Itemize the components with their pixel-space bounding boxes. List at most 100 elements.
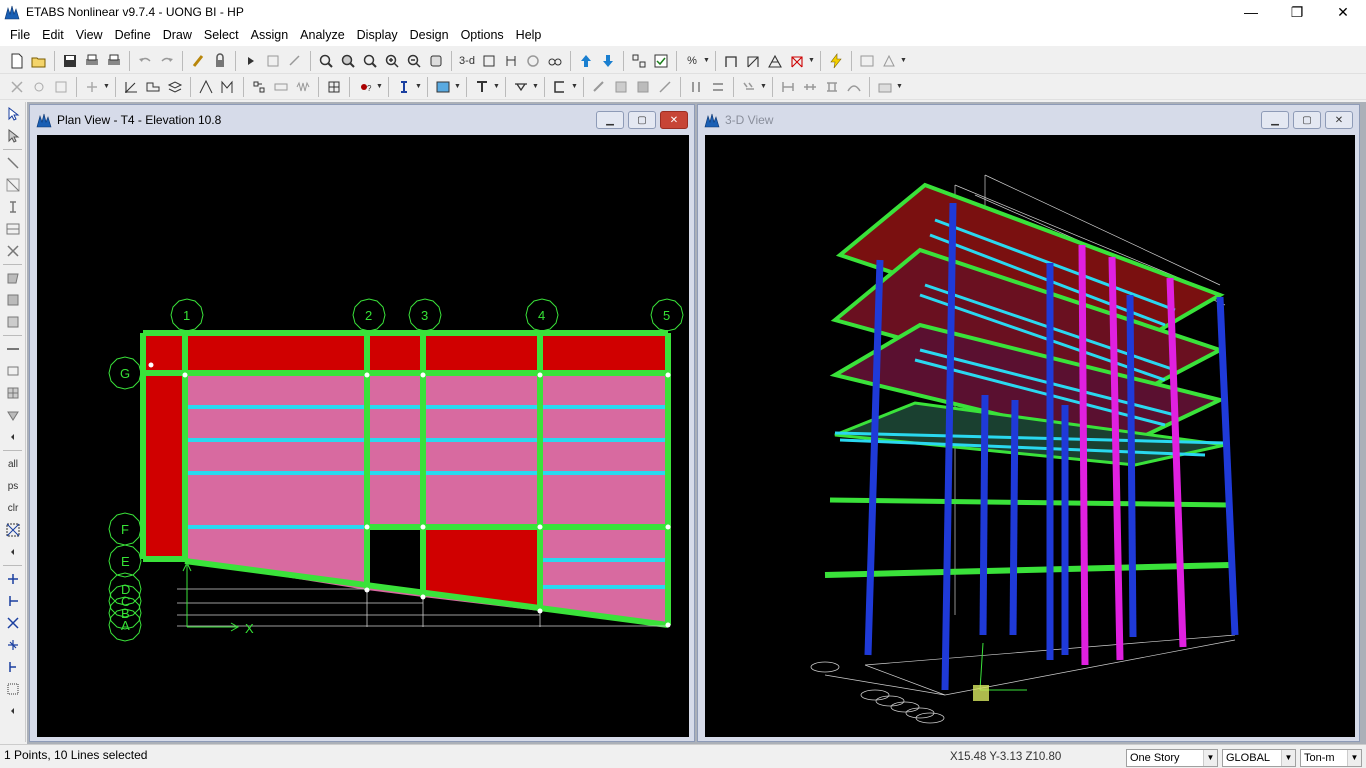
slab-top-strip[interactable] bbox=[143, 333, 668, 373]
lock-icon[interactable] bbox=[210, 51, 230, 71]
design-frame-icon[interactable] bbox=[857, 51, 877, 71]
delete-icon[interactable] bbox=[7, 77, 27, 97]
draw-line-icon[interactable] bbox=[394, 77, 414, 97]
material-properties-icon[interactable] bbox=[196, 77, 216, 97]
assign-load-icon[interactable] bbox=[739, 77, 759, 97]
wall-slab-deck-icon[interactable] bbox=[249, 77, 269, 97]
menu-draw[interactable]: Draw bbox=[157, 28, 198, 42]
show-tables-icon[interactable] bbox=[875, 77, 895, 97]
snap-to-ends-icon[interactable] bbox=[2, 591, 24, 611]
menu-options[interactable]: Options bbox=[455, 28, 510, 42]
snap-to-points-icon[interactable] bbox=[2, 569, 24, 589]
reference-planes-icon[interactable] bbox=[165, 77, 185, 97]
design-shear-wall-icon[interactable] bbox=[879, 51, 899, 71]
draw-rect-area-icon[interactable] bbox=[2, 290, 24, 310]
menu-edit[interactable]: Edit bbox=[36, 28, 70, 42]
undo-icon[interactable] bbox=[135, 51, 155, 71]
draw-area-icon[interactable] bbox=[433, 77, 453, 97]
move-down-icon[interactable] bbox=[598, 51, 618, 71]
menu-assign[interactable]: Assign bbox=[245, 28, 295, 42]
diaphragms-icon[interactable] bbox=[324, 77, 344, 97]
snap-icon[interactable] bbox=[29, 77, 49, 97]
chevron-down-icon[interactable]: ▼ bbox=[103, 83, 111, 90]
show-forces-icon[interactable] bbox=[778, 77, 798, 97]
menu-design[interactable]: Design bbox=[404, 28, 455, 42]
chevron-down-icon[interactable]: ▼ bbox=[900, 57, 908, 64]
menu-help[interactable]: Help bbox=[510, 28, 548, 42]
link-properties-icon[interactable] bbox=[271, 77, 291, 97]
zoom-window-icon[interactable] bbox=[316, 51, 336, 71]
clear-selection-button[interactable]: clr bbox=[2, 498, 24, 518]
pointer-icon[interactable] bbox=[2, 104, 24, 124]
zoom-out-icon[interactable] bbox=[404, 51, 424, 71]
grid-lines-icon[interactable] bbox=[121, 77, 141, 97]
zoom-in-icon[interactable] bbox=[382, 51, 402, 71]
maximize-button[interactable]: ❐ bbox=[1274, 0, 1320, 24]
replicate-icon[interactable] bbox=[82, 77, 102, 97]
chevron-down-icon[interactable]: ▼ bbox=[808, 57, 816, 64]
draw-opening-icon[interactable] bbox=[550, 77, 570, 97]
chevron-down-icon[interactable]: ▼ bbox=[493, 83, 501, 90]
draw-wall-object-icon[interactable] bbox=[2, 339, 24, 359]
print-graphics-icon[interactable] bbox=[82, 51, 102, 71]
refresh-window-icon[interactable] bbox=[188, 51, 208, 71]
chevron-down-icon[interactable]: ▼ bbox=[454, 83, 462, 90]
units-button[interactable]: % bbox=[682, 51, 702, 71]
draw-wall-icon[interactable] bbox=[511, 77, 531, 97]
chevron-left-icon[interactable] bbox=[2, 701, 24, 721]
menu-define[interactable]: Define bbox=[109, 28, 157, 42]
chevron-down-icon[interactable]: ▼ bbox=[896, 83, 904, 90]
select-all-button[interactable]: all bbox=[2, 454, 24, 474]
moment-frame-icon[interactable] bbox=[787, 51, 807, 71]
previous-selection-button[interactable]: ps bbox=[2, 476, 24, 496]
draw-secondary-beam-icon[interactable] bbox=[2, 175, 24, 195]
elevation-view-icon[interactable] bbox=[501, 51, 521, 71]
reshape-icon[interactable] bbox=[2, 126, 24, 146]
units-dropdown[interactable]: Ton-m ▼ bbox=[1300, 749, 1362, 767]
story-data-icon[interactable] bbox=[143, 77, 163, 97]
chevron-down-icon[interactable]: ▼ bbox=[376, 83, 384, 90]
rotate-3d-view-icon[interactable] bbox=[523, 51, 543, 71]
show-reactions-icon[interactable] bbox=[822, 77, 842, 97]
draw-line-object-icon[interactable] bbox=[2, 153, 24, 173]
open-icon[interactable] bbox=[29, 51, 49, 71]
story-dropdown[interactable]: One Story ▼ bbox=[1126, 749, 1218, 767]
slab-left-strip[interactable] bbox=[143, 373, 185, 559]
assign-restraint-icon[interactable] bbox=[708, 77, 728, 97]
draw-area-object-icon[interactable] bbox=[2, 268, 24, 288]
plan-maximize-button[interactable]: ▢ bbox=[628, 111, 656, 129]
chevron-down-icon[interactable]: ▼ bbox=[571, 83, 579, 90]
assign-wall-icon[interactable] bbox=[633, 77, 653, 97]
print-tables-icon[interactable] bbox=[104, 51, 124, 71]
plan-minimize-button[interactable]: ▁ bbox=[596, 111, 624, 129]
redo-icon[interactable] bbox=[157, 51, 177, 71]
chevron-left-icon[interactable] bbox=[2, 542, 24, 562]
draw-dimension-icon[interactable] bbox=[2, 405, 24, 425]
menu-display[interactable]: Display bbox=[351, 28, 404, 42]
lock-model-icon[interactable] bbox=[263, 51, 283, 71]
snap-to-perpendicular-icon[interactable] bbox=[2, 635, 24, 655]
menu-view[interactable]: View bbox=[70, 28, 109, 42]
assign-joint-icon[interactable] bbox=[686, 77, 706, 97]
restore-full-view-icon[interactable] bbox=[338, 51, 358, 71]
draw-beam-icon[interactable] bbox=[2, 219, 24, 239]
minimize-button[interactable]: — bbox=[1228, 0, 1274, 24]
menu-select[interactable]: Select bbox=[198, 28, 245, 42]
perspective-toggle-icon[interactable] bbox=[545, 51, 565, 71]
draw-area-at-click-icon[interactable] bbox=[2, 312, 24, 332]
brace-icon[interactable] bbox=[743, 51, 763, 71]
truss-icon[interactable] bbox=[765, 51, 785, 71]
draw-column-icon[interactable] bbox=[2, 197, 24, 217]
chevron-down-icon[interactable]: ▼ bbox=[415, 83, 423, 90]
3d-close-button[interactable]: ✕ bbox=[1325, 111, 1353, 129]
assign-area-icon[interactable] bbox=[611, 77, 631, 97]
chevron-down-icon[interactable]: ▼ bbox=[703, 57, 711, 64]
set-display-options-icon[interactable] bbox=[629, 51, 649, 71]
plan-view-icon[interactable] bbox=[479, 51, 499, 71]
snap-to-lines-icon[interactable] bbox=[2, 657, 24, 677]
extrude-icon[interactable] bbox=[51, 77, 71, 97]
move-up-icon[interactable] bbox=[576, 51, 596, 71]
frame-icon[interactable] bbox=[721, 51, 741, 71]
run-icon[interactable] bbox=[826, 51, 846, 71]
view-3d-button[interactable]: 3-d bbox=[457, 51, 477, 71]
